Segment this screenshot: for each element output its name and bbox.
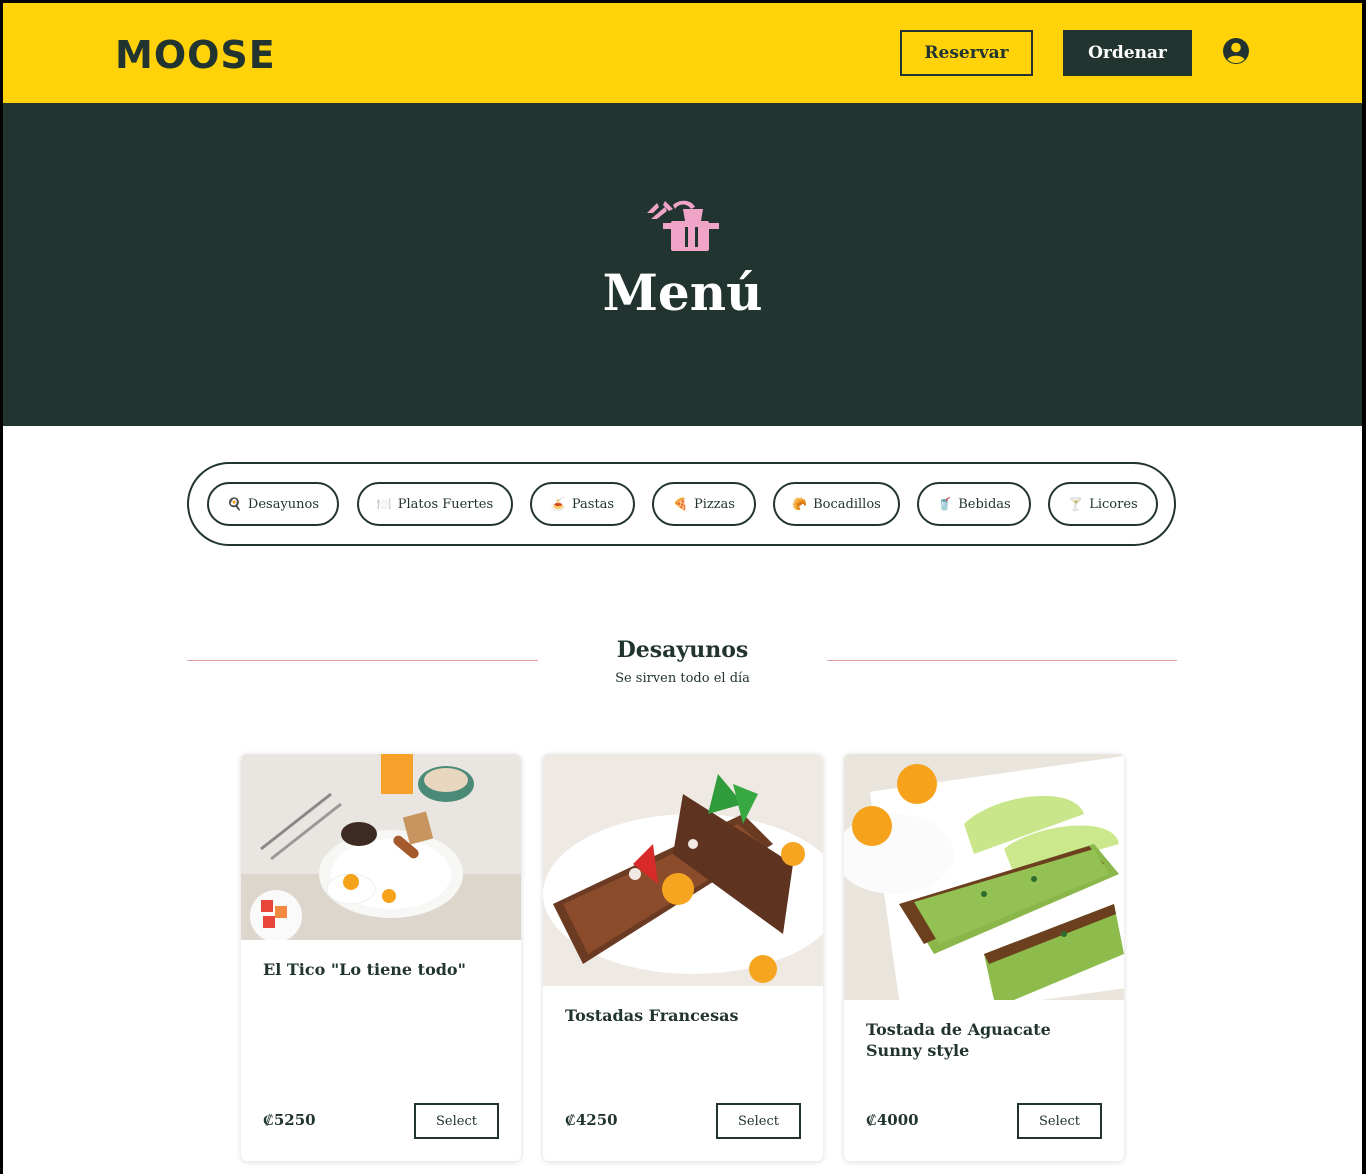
moose-pot-icon [647,200,719,251]
category-bocadillos[interactable]: 🥐 Bocadillos [773,482,900,526]
card-price: ₡4000 [866,1111,919,1129]
dish-photo-el-tico [241,754,521,940]
croissant-icon: 🥐 [792,497,808,511]
dish-photo-tostadas-francesas [543,754,823,986]
cocktail-icon: 🍸 [1068,497,1084,511]
plate-icon: 🍽️ [376,497,392,511]
menu-card[interactable]: Tostada de Aguacate Sunny style ₡4000 Se… [844,754,1124,1161]
category-licores[interactable]: 🍸 Licores [1048,482,1158,526]
user-account-icon[interactable] [1222,37,1250,65]
card-title: Tostada de Aguacate Sunny style [866,1020,1051,1060]
section-subtitle: Se sirven todo el día [615,671,750,686]
category-bebidas[interactable]: 🥤 Bebidas [917,482,1031,526]
menu-card[interactable]: El Tico "Lo tiene todo" ₡5250 Select [241,754,521,1161]
category-nav: 🍳 Desayunos 🍽️ Platos Fuertes 🍝 Pastas 🍕… [187,462,1176,546]
category-label: Pizzas [693,496,735,512]
category-label: Licores [1089,496,1138,512]
section-title: Desayunos [616,637,749,663]
menu-card[interactable]: Tostadas Francesas ₡4250 Select [543,754,823,1161]
category-platos-fuertes[interactable]: 🍽️ Platos Fuertes [357,482,513,526]
category-label: Bebidas [958,496,1011,512]
page: MOOSE Reservar Ordenar Menú 🍳 Desayunos … [3,3,1362,1174]
select-button[interactable]: Select [716,1103,801,1139]
category-label: Bocadillos [813,496,881,512]
hero-banner: Menú [3,103,1362,426]
card-price: ₡4250 [565,1111,618,1129]
order-button[interactable]: Ordenar [1063,30,1192,76]
card-title: Tostadas Francesas [565,1006,739,1025]
category-pastas[interactable]: 🍝 Pastas [530,482,635,526]
dish-photo-tostada-aguacate [844,754,1124,1000]
egg-pan-icon: 🍳 [226,497,242,511]
top-header: MOOSE Reservar Ordenar [3,3,1362,103]
select-button[interactable]: Select [1017,1103,1102,1139]
category-pizzas[interactable]: 🍕 Pizzas [652,482,756,526]
category-label: Desayunos [247,496,320,512]
drink-cup-icon: 🥤 [937,497,953,511]
category-desayunos[interactable]: 🍳 Desayunos [207,482,339,526]
category-label: Platos Fuertes [397,496,494,512]
page-title: Menú [602,263,763,322]
reserve-button[interactable]: Reservar [900,30,1033,76]
card-price: ₡5250 [263,1111,316,1129]
card-title: El Tico "Lo tiene todo" [263,960,466,979]
category-label: Pastas [571,496,615,512]
logo[interactable]: MOOSE [115,33,276,77]
pasta-icon: 🍝 [550,497,566,511]
select-button[interactable]: Select [414,1103,499,1139]
pizza-icon: 🍕 [673,497,688,511]
